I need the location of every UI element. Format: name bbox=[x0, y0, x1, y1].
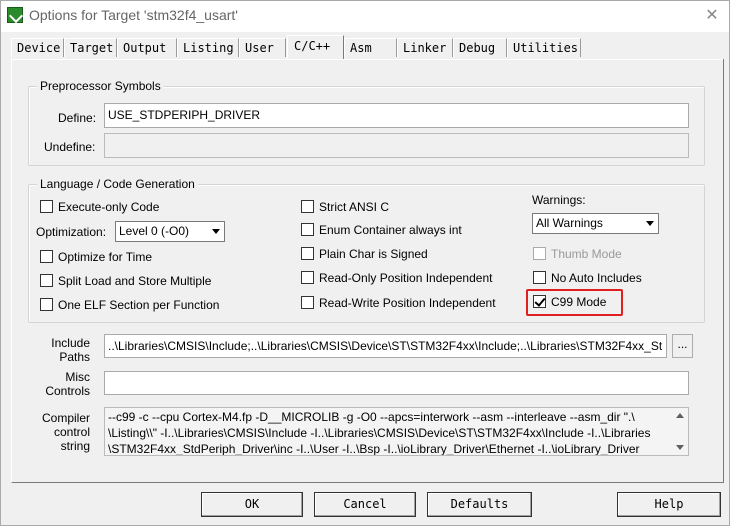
split-load-label: Split Load and Store Multiple bbox=[58, 274, 212, 288]
ok-button[interactable]: OK bbox=[201, 492, 303, 517]
optimization-value: Level 0 (-O0) bbox=[119, 224, 190, 238]
no-auto-includes-label: No Auto Includes bbox=[551, 271, 642, 285]
thumb-mode-checkbox[interactable] bbox=[533, 247, 546, 260]
undefine-label: Undefine: bbox=[44, 140, 96, 154]
options-dialog: Options for Target 'stm32f4_usart' ✕ Dev… bbox=[0, 0, 730, 526]
plain-char-checkbox[interactable] bbox=[301, 247, 314, 260]
compiler-control-line1: --c99 -c --cpu Cortex-M4.fp -D__MICROLIB… bbox=[108, 410, 635, 424]
window-title: Options for Target 'stm32f4_usart' bbox=[29, 7, 238, 23]
warnings-label: Warnings: bbox=[532, 193, 586, 207]
optimize-time-checkbox[interactable] bbox=[40, 250, 53, 263]
rw-pos-checkbox[interactable] bbox=[301, 296, 314, 309]
execute-only-label: Execute-only Code bbox=[58, 200, 160, 214]
defaults-button[interactable]: Defaults bbox=[427, 492, 532, 517]
compiler-control-scrollbar[interactable] bbox=[674, 410, 686, 453]
split-load-checkbox[interactable] bbox=[40, 274, 53, 287]
compiler-control-line3: \STM32F4xx_StdPeriph_Driver\inc -I..\Use… bbox=[108, 442, 640, 456]
tab-asm[interactable]: Asm bbox=[344, 38, 397, 57]
help-button[interactable]: Help bbox=[617, 492, 721, 517]
warnings-value: All Warnings bbox=[536, 216, 603, 230]
compiler-control-string[interactable]: --c99 -c --cpu Cortex-M4.fp -D__MICROLIB… bbox=[104, 407, 689, 456]
misc-controls-label-line2: Controls bbox=[45, 384, 90, 398]
tab-debug[interactable]: Debug bbox=[453, 38, 507, 57]
tab-listing[interactable]: Listing bbox=[177, 38, 239, 57]
execute-only-checkbox[interactable] bbox=[40, 200, 53, 213]
thumb-mode-label: Thumb Mode bbox=[551, 247, 622, 261]
include-paths-label-line2: Paths bbox=[59, 350, 90, 364]
warnings-select[interactable]: All Warnings bbox=[532, 213, 659, 234]
ro-pos-label: Read-Only Position Independent bbox=[319, 271, 493, 285]
tab-target[interactable]: Target bbox=[64, 38, 117, 57]
tab-user[interactable]: User bbox=[239, 38, 286, 57]
misc-controls-label: Misc Controls bbox=[31, 370, 90, 398]
define-field[interactable]: USE_STDPERIPH_DRIVER bbox=[104, 103, 689, 128]
tab-utilities[interactable]: Utilities bbox=[507, 38, 581, 57]
compiler-control-line2: \Listing\\" -I..\Libraries\CMSIS\Include… bbox=[108, 426, 651, 440]
include-paths-field[interactable]: ..\Libraries\CMSIS\Include;..\Libraries\… bbox=[104, 334, 667, 358]
optimization-select[interactable]: Level 0 (-O0) bbox=[115, 221, 225, 242]
misc-controls-field[interactable] bbox=[104, 371, 689, 395]
no-auto-includes-checkbox[interactable] bbox=[533, 271, 546, 284]
include-paths-label-line1: Include bbox=[51, 336, 90, 350]
keil-uvision-icon bbox=[7, 7, 23, 23]
enum-container-label: Enum Container always int bbox=[319, 223, 462, 237]
tab-strip: Device Target Output Listing User C/C++ … bbox=[11, 35, 723, 59]
ro-pos-checkbox[interactable] bbox=[301, 271, 314, 284]
scroll-down-icon[interactable] bbox=[676, 445, 684, 450]
tab-linker[interactable]: Linker bbox=[397, 38, 453, 57]
one-elf-checkbox[interactable] bbox=[40, 298, 53, 311]
enum-container-checkbox[interactable] bbox=[301, 223, 314, 236]
compiler-control-label-line3: string bbox=[60, 439, 90, 453]
tab-cpp[interactable]: C/C++ bbox=[287, 35, 344, 59]
preprocessor-group-title: Preprocessor Symbols bbox=[37, 79, 164, 93]
one-elf-label: One ELF Section per Function bbox=[58, 298, 220, 312]
browse-include-paths-button[interactable]: ... bbox=[672, 334, 693, 358]
chevron-down-icon bbox=[207, 223, 223, 240]
cancel-button[interactable]: Cancel bbox=[314, 492, 416, 517]
chevron-down-icon bbox=[641, 215, 657, 232]
tab-device[interactable]: Device bbox=[11, 38, 64, 57]
title-bar: Options for Target 'stm32f4_usart' ✕ bbox=[1, 1, 729, 32]
c99-mode-highlight bbox=[526, 289, 623, 316]
strict-ansi-checkbox[interactable] bbox=[301, 200, 314, 213]
compiler-control-label-line1: Compiler bbox=[41, 411, 90, 425]
include-paths-label: Include Paths bbox=[31, 336, 90, 364]
optimize-time-label: Optimize for Time bbox=[58, 250, 153, 264]
optimization-label: Optimization: bbox=[36, 225, 107, 239]
compiler-control-label: Compiler control string bbox=[31, 411, 90, 453]
plain-char-label: Plain Char is Signed bbox=[319, 247, 428, 261]
scroll-up-icon[interactable] bbox=[676, 413, 684, 418]
tab-output[interactable]: Output bbox=[117, 38, 177, 57]
define-label: Define: bbox=[58, 111, 97, 125]
misc-controls-label-line1: Misc bbox=[65, 370, 90, 384]
language-group-title: Language / Code Generation bbox=[37, 177, 198, 191]
undefine-field[interactable] bbox=[104, 133, 689, 158]
rw-pos-label: Read-Write Position Independent bbox=[319, 296, 496, 310]
close-icon[interactable]: ✕ bbox=[701, 5, 723, 27]
strict-ansi-label: Strict ANSI C bbox=[319, 200, 390, 214]
compiler-control-label-line2: control bbox=[53, 425, 90, 439]
